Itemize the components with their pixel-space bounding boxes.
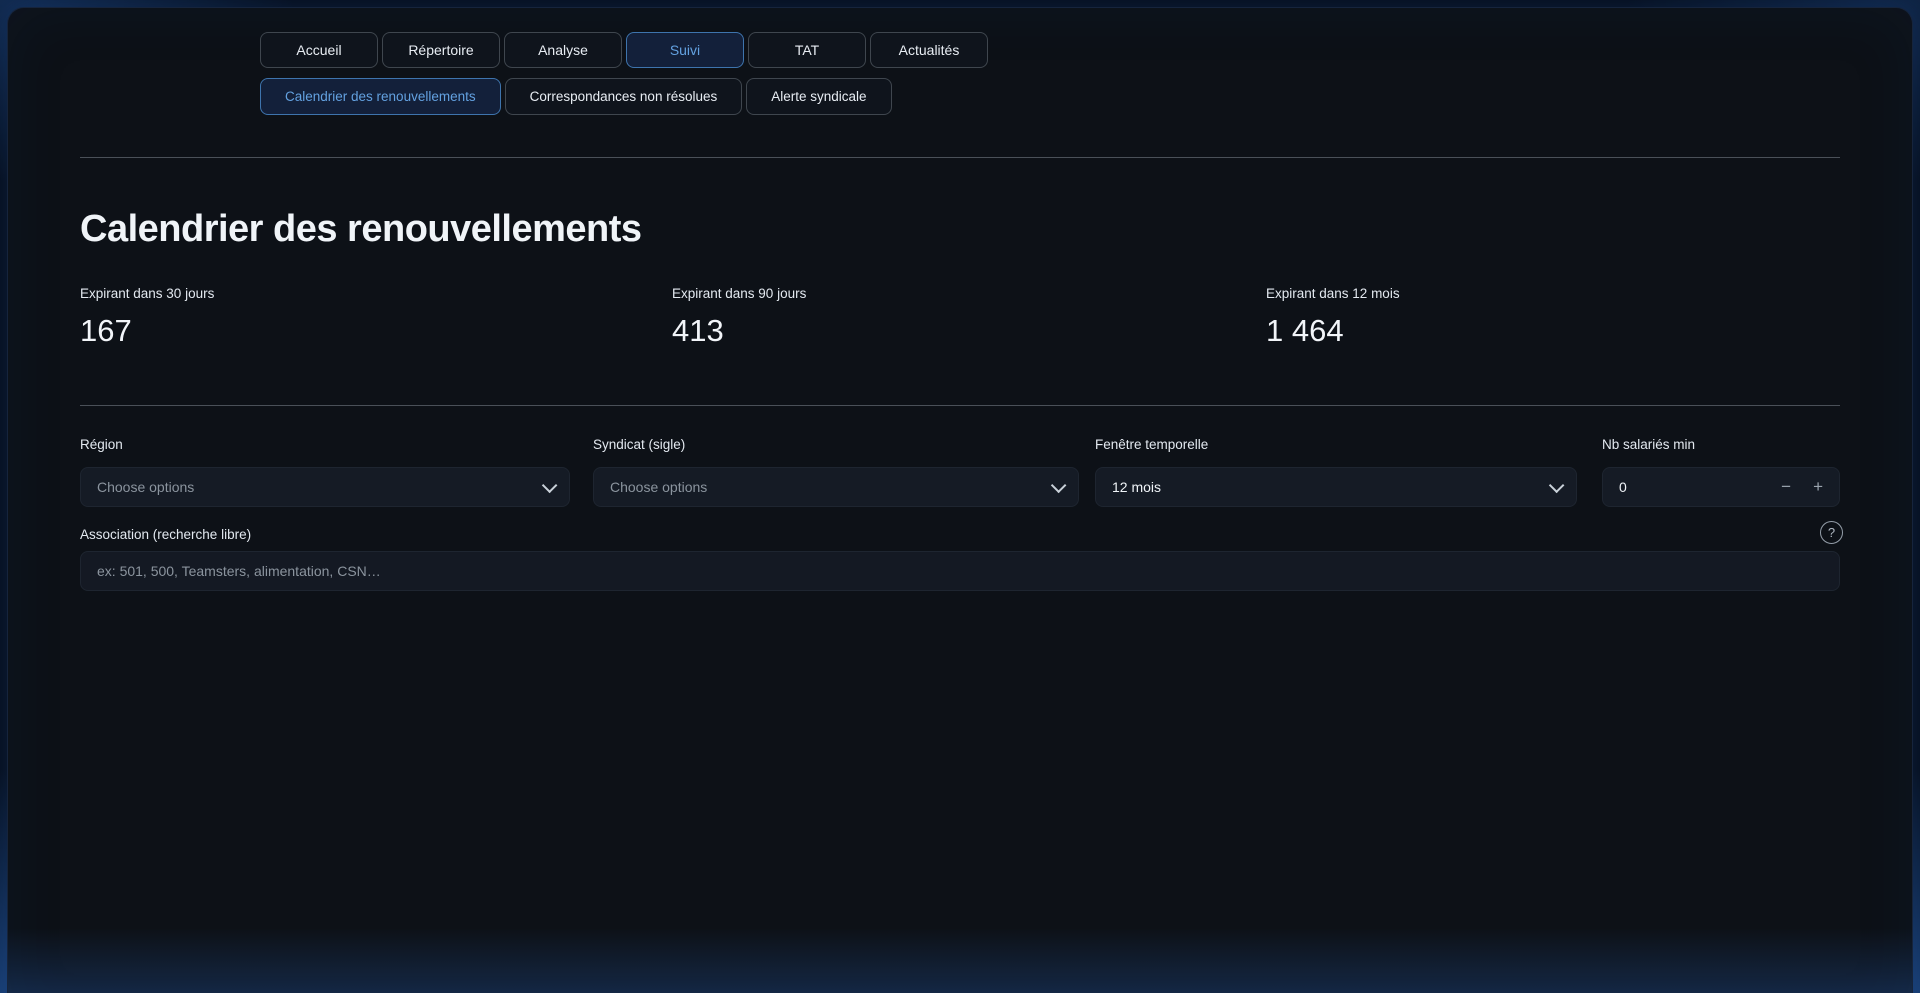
app-window: AccueilRépertoireAnalyseSuiviTATActualit… bbox=[8, 8, 1912, 993]
decrement-button[interactable]: − bbox=[1759, 477, 1791, 497]
chevron-down-icon bbox=[1051, 477, 1067, 493]
syndicat-select[interactable]: Choose options bbox=[593, 467, 1079, 507]
tab-correspondances-non-resolues[interactable]: Correspondances non résolues bbox=[505, 78, 743, 115]
tab-actualites[interactable]: Actualités bbox=[870, 32, 988, 68]
stat-value: 167 bbox=[80, 313, 214, 349]
tab-calendrier-des-renouvellements[interactable]: Calendrier des renouvellements bbox=[260, 78, 501, 115]
chevron-down-icon bbox=[1549, 477, 1565, 493]
fenetre-select[interactable]: 12 mois bbox=[1095, 467, 1577, 507]
nb-salaries-value: 0 bbox=[1619, 479, 1759, 495]
main-nav: AccueilRépertoireAnalyseSuiviTATActualit… bbox=[260, 32, 988, 68]
page-title: Calendrier des renouvellements bbox=[80, 208, 642, 251]
fenetre-select-value: 12 mois bbox=[1112, 479, 1549, 495]
increment-button[interactable]: + bbox=[1791, 477, 1823, 497]
chevron-down-icon bbox=[542, 477, 558, 493]
region-label: Région bbox=[80, 437, 123, 452]
stat-card: Expirant dans 12 mois 1 464 bbox=[1266, 286, 1400, 349]
stat-card: Expirant dans 90 jours 413 bbox=[672, 286, 806, 349]
tab-alerte-syndicale[interactable]: Alerte syndicale bbox=[746, 78, 891, 115]
region-select-value: Choose options bbox=[97, 479, 542, 495]
divider-filters bbox=[80, 405, 1840, 406]
stat-label: Expirant dans 30 jours bbox=[80, 286, 214, 301]
stat-card: Expirant dans 30 jours 167 bbox=[80, 286, 214, 349]
sub-nav: Calendrier des renouvellementsCorrespond… bbox=[260, 78, 892, 115]
syndicat-select-value: Choose options bbox=[610, 479, 1051, 495]
renewals-bar-chart: Nb conventions 0100200300400 bbox=[8, 648, 1912, 993]
help-icon[interactable]: ? bbox=[1820, 521, 1843, 544]
region-select[interactable]: Choose options bbox=[80, 467, 570, 507]
tab-tat[interactable]: TAT bbox=[748, 32, 866, 68]
stat-label: Expirant dans 12 mois bbox=[1266, 286, 1400, 301]
association-label: Association (recherche libre) bbox=[80, 527, 251, 542]
nb-salaries-label: Nb salariés min bbox=[1602, 437, 1695, 452]
syndicat-label: Syndicat (sigle) bbox=[593, 437, 685, 452]
tab-suivi[interactable]: Suivi bbox=[626, 32, 744, 68]
divider-top bbox=[80, 157, 1840, 158]
stat-value: 413 bbox=[672, 313, 806, 349]
association-search-input[interactable] bbox=[80, 551, 1840, 591]
tab-accueil[interactable]: Accueil bbox=[260, 32, 378, 68]
tab-analyse[interactable]: Analyse bbox=[504, 32, 622, 68]
stat-value: 1 464 bbox=[1266, 313, 1400, 349]
stat-label: Expirant dans 90 jours bbox=[672, 286, 806, 301]
nb-salaries-stepper[interactable]: 0 − + bbox=[1602, 467, 1840, 507]
fenetre-label: Fenêtre temporelle bbox=[1095, 437, 1208, 452]
tab-repertoire[interactable]: Répertoire bbox=[382, 32, 500, 68]
